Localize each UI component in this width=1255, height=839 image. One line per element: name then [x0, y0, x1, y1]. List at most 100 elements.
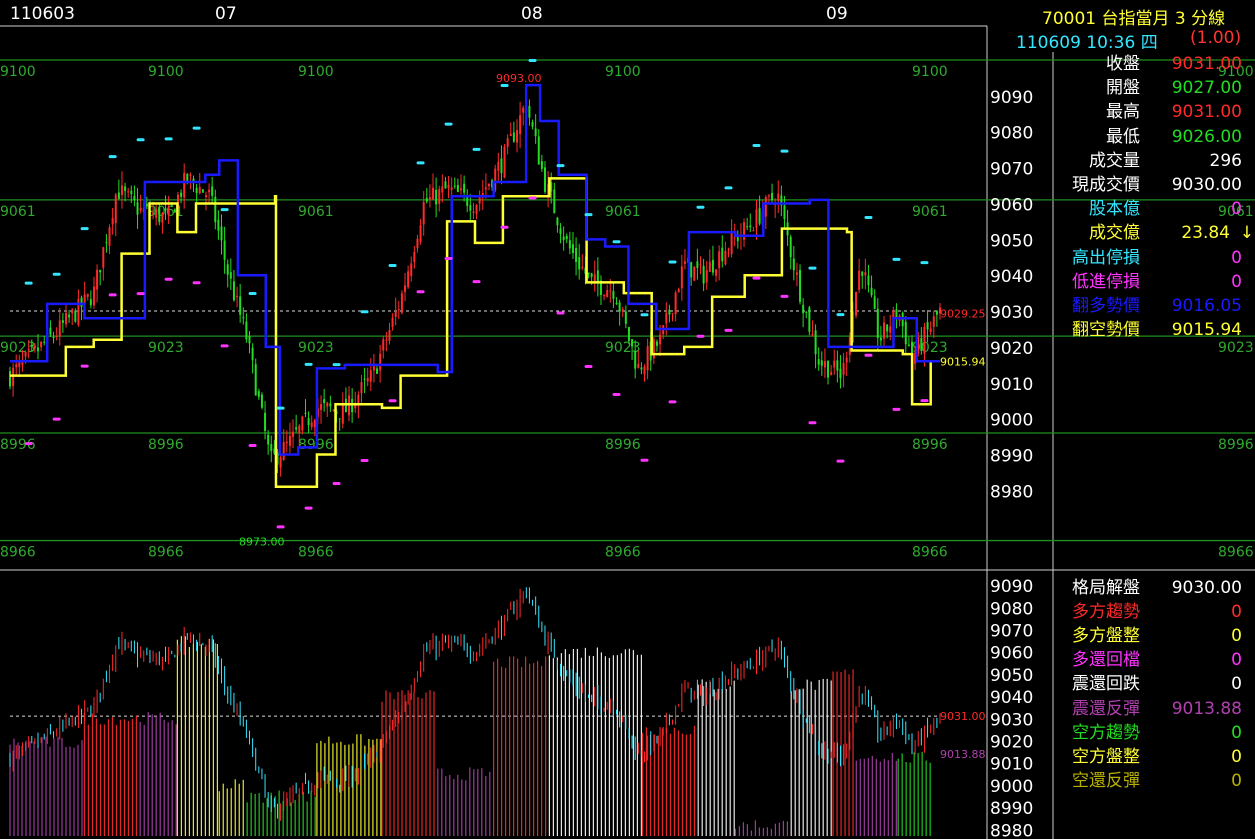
candle-body	[640, 367, 643, 370]
quote-info-row: 成交億 23.84 ↓	[1060, 221, 1254, 245]
level-label: 9061	[912, 204, 948, 220]
candle-body	[873, 296, 876, 309]
signal-high-mark	[52, 272, 61, 276]
candle-body	[89, 299, 92, 306]
candle-body	[509, 133, 512, 137]
candle-body	[15, 364, 18, 368]
y-tick-label-lower: 9020	[990, 733, 1033, 753]
candle-body	[777, 193, 780, 201]
candle-body	[410, 263, 413, 277]
quote-info-row: 收盤 9031.00	[1060, 52, 1250, 76]
lower-candlestick-series	[9, 587, 941, 821]
candle-body	[677, 289, 680, 293]
level-label: 9023	[148, 340, 184, 356]
candle-body	[724, 250, 727, 265]
level-label: 8966	[1218, 545, 1254, 561]
candle-body	[61, 320, 64, 323]
signal-low-mark	[920, 399, 929, 403]
pattern-info-label: 震還回跌	[1072, 674, 1140, 695]
symbol-title: 70001 台指當月 3 分線	[1042, 9, 1226, 29]
candle-body	[836, 360, 839, 371]
candle-body	[242, 317, 245, 319]
y-tick-label-lower: 9030	[990, 710, 1033, 730]
signal-high-mark	[388, 263, 397, 267]
candle-body	[139, 207, 142, 211]
candle-body	[830, 371, 833, 376]
candle-body	[721, 247, 724, 262]
candle-body	[9, 371, 11, 387]
pattern-info-value: 0	[1231, 770, 1242, 791]
signal-low-mark	[472, 280, 481, 284]
candle-body	[475, 204, 478, 214]
candle-body	[637, 363, 640, 368]
quote-info-label: 開盤	[1106, 78, 1140, 99]
candle-body	[310, 422, 313, 427]
signal-high-mark	[612, 240, 621, 244]
quote-info-value: 9030.00	[1171, 175, 1242, 195]
candle-body	[730, 232, 733, 254]
candle-body	[593, 274, 596, 283]
quote-info-label: 成交億	[1089, 223, 1140, 244]
candle-body	[298, 425, 301, 434]
candle-body	[232, 281, 235, 301]
pattern-info-value: 0	[1231, 722, 1242, 743]
candle-body	[799, 269, 802, 302]
y-tick-label-lower: 9010	[990, 755, 1033, 775]
quote-info-value: 9016.05	[1171, 296, 1242, 316]
candle-body	[708, 261, 711, 272]
candle-body	[320, 404, 323, 410]
pattern-info-label: 多方趨勢	[1072, 602, 1140, 623]
candle-body	[497, 161, 500, 171]
signal-high-mark	[24, 281, 33, 285]
signal-high-mark	[668, 260, 677, 264]
signal-low-mark	[388, 399, 397, 403]
signal-low-mark	[696, 334, 705, 338]
signal-high-mark	[192, 126, 201, 130]
level-label: 9100	[912, 64, 948, 80]
signal-high-mark	[752, 143, 761, 147]
candle-body	[926, 322, 929, 330]
signal-low-mark	[164, 277, 173, 281]
down-arrow-icon: ↓	[1239, 223, 1254, 244]
signal-low-mark	[864, 353, 873, 357]
candle-body	[397, 309, 400, 311]
candle-body	[811, 333, 814, 335]
candle-body	[239, 296, 242, 315]
quote-info-value: 9015.94	[1171, 320, 1242, 341]
signal-high-mark	[808, 266, 817, 270]
level-label: 9061	[0, 204, 36, 220]
candle-body	[543, 167, 546, 192]
signal-high-mark	[220, 208, 229, 212]
y-tick-label: 8990	[990, 447, 1033, 467]
candle-body	[211, 186, 214, 196]
candle-body	[226, 264, 229, 275]
candle-body	[307, 418, 310, 426]
candle-body	[105, 242, 108, 244]
quote-info-value: 0	[1231, 199, 1242, 220]
candle-body	[282, 442, 285, 461]
signal-low-mark	[52, 417, 61, 421]
signal-low-mark	[752, 276, 761, 280]
y-tick-label: 9010	[990, 375, 1033, 395]
candle-body	[12, 367, 15, 387]
level-label: 8996	[912, 437, 948, 453]
price-annotation: 9093.00	[496, 72, 542, 85]
candle-body	[236, 295, 239, 297]
candle-body	[693, 266, 696, 281]
candle-body	[180, 192, 183, 197]
quote-info-label: 現成交價	[1072, 175, 1140, 195]
quote-info-label: 成交量	[1089, 150, 1140, 171]
candle-body	[531, 122, 534, 127]
candlestick-series	[9, 99, 941, 477]
quote-info-row: 開盤 9027.00	[1060, 76, 1250, 100]
candle-body	[668, 309, 671, 315]
candle-body	[500, 158, 503, 174]
candle-body	[802, 304, 805, 314]
signal-high-mark	[472, 147, 481, 151]
signal-low-mark	[640, 458, 649, 462]
candle-body	[659, 334, 662, 345]
candle-body	[833, 360, 836, 368]
quote-info-value: 9026.00	[1171, 126, 1242, 147]
candle-body	[419, 225, 422, 242]
candle-body	[823, 361, 826, 368]
